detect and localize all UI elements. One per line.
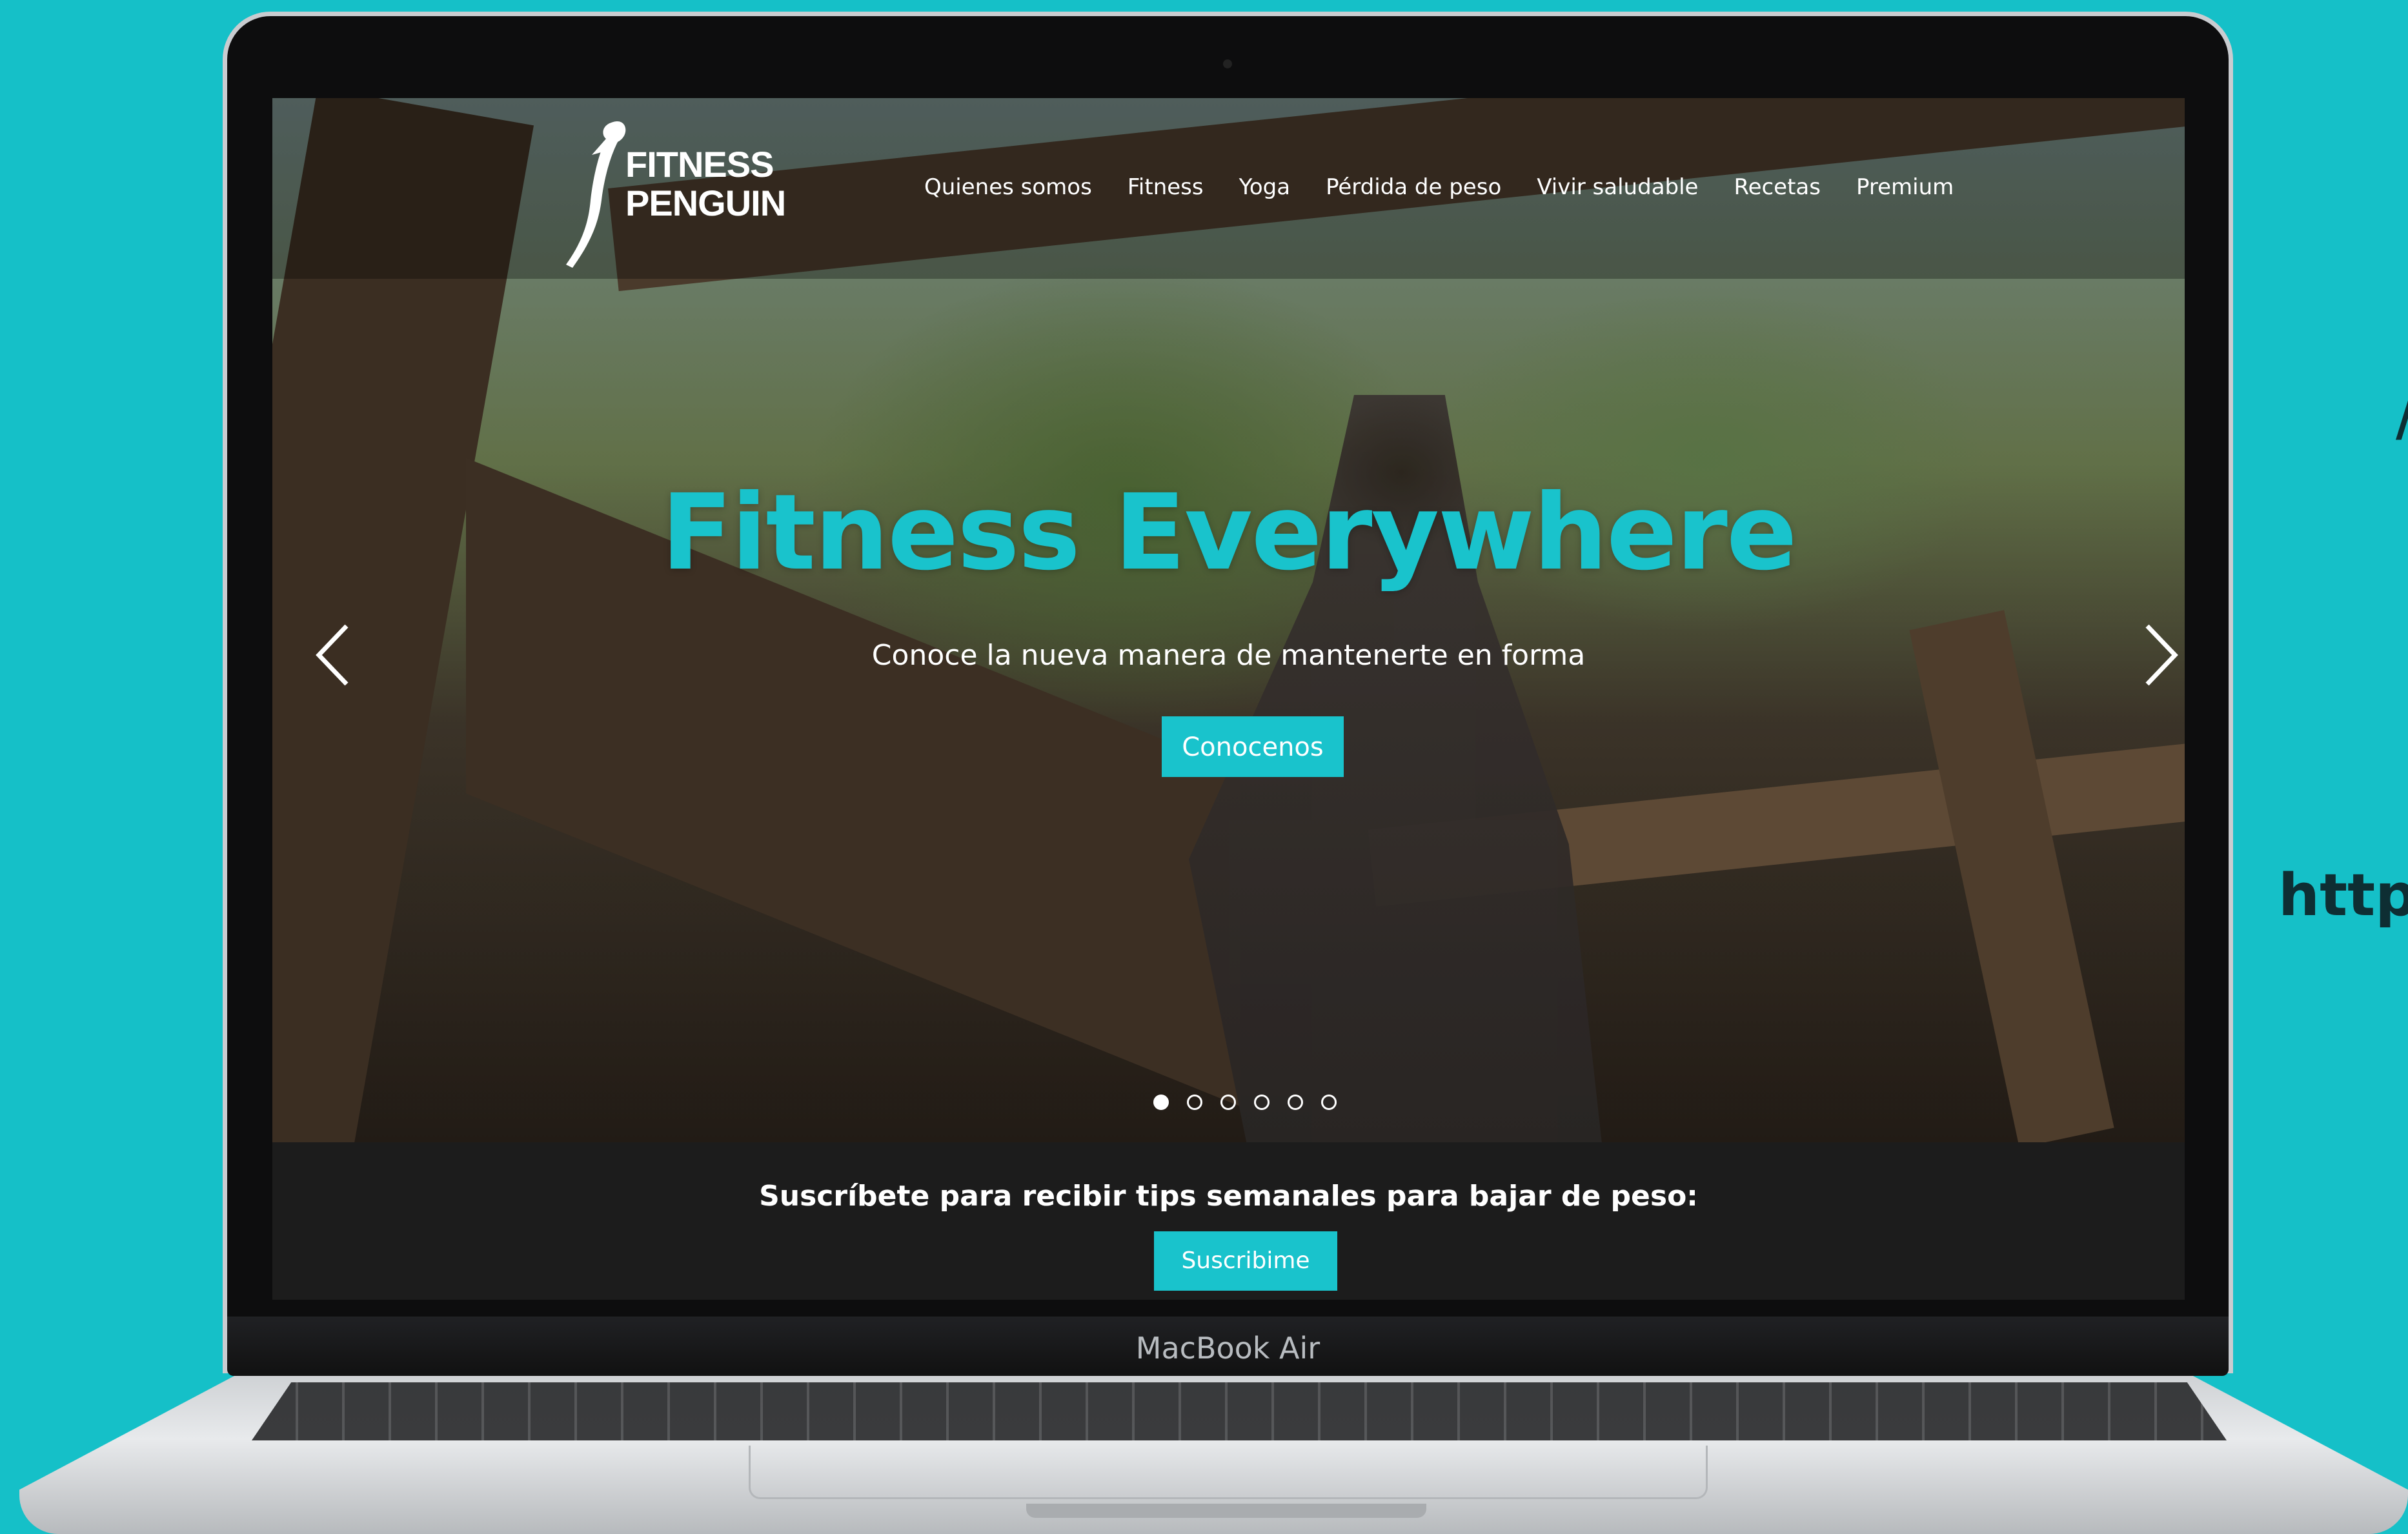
carousel-dot-3[interactable] <box>1220 1095 1236 1110</box>
carousel-dot-2[interactable] <box>1187 1095 1202 1110</box>
chevron-left-icon <box>316 624 349 686</box>
chevron-right-icon <box>2145 624 2178 686</box>
background-mark: / <box>2396 387 2408 447</box>
logo-line-1: FITNESS <box>625 144 774 185</box>
site-logo[interactable]: FITNESS PENGUIN <box>566 116 805 278</box>
carousel-dot-6[interactable] <box>1321 1095 1337 1110</box>
hero-title: Fitness Everywhere <box>661 472 1797 594</box>
suscribime-button[interactable]: Suscribime <box>1154 1231 1337 1291</box>
carousel-dot-5[interactable] <box>1288 1095 1303 1110</box>
carousel-indicators <box>1153 1095 1337 1110</box>
nav-item-perdida-de-peso[interactable]: Pérdida de peso <box>1326 174 1501 200</box>
conocenos-button[interactable]: Conocenos <box>1162 716 1344 777</box>
logo-line-2: PENGUIN <box>625 183 786 223</box>
camera-dot <box>1223 59 1232 68</box>
laptop-keyboard <box>252 1382 2227 1440</box>
carousel-dot-1[interactable] <box>1153 1095 1169 1110</box>
nav-item-recetas[interactable]: Recetas <box>1734 174 1821 200</box>
laptop-trackpad <box>749 1446 1708 1499</box>
nav-item-fitness[interactable]: Fitness <box>1128 174 1204 200</box>
laptop-chin: MacBook Air <box>227 1317 2229 1376</box>
top-navbar: FITNESS PENGUIN Quienes somos Fitness Yo… <box>272 98 2185 279</box>
hero-subtitle: Conoce la nueva manera de mantenerte en … <box>871 639 1586 672</box>
background-url-text: http <box>2278 862 2408 929</box>
hero-carousel: FITNESS PENGUIN Quienes somos Fitness Yo… <box>272 98 2185 1142</box>
subscribe-text: Suscríbete para recibir tips semanales p… <box>759 1180 1698 1213</box>
nav-item-premium[interactable]: Premium <box>1856 174 1954 200</box>
logo-wordmark: FITNESS PENGUIN <box>625 144 786 223</box>
laptop-notch <box>1026 1504 1426 1518</box>
carousel-next-button[interactable] <box>2138 620 2183 691</box>
subscribe-bar: Suscríbete para recibir tips semanales p… <box>272 1142 2185 1300</box>
nav-item-yoga[interactable]: Yoga <box>1239 174 1290 200</box>
main-nav: Quienes somos Fitness Yoga Pérdida de pe… <box>924 174 1954 200</box>
nav-item-quienes-somos[interactable]: Quienes somos <box>924 174 1092 200</box>
carousel-prev-button[interactable] <box>311 620 356 691</box>
carousel-dot-4[interactable] <box>1254 1095 1270 1110</box>
device-label: MacBook Air <box>1135 1331 1320 1366</box>
browser-viewport: FITNESS PENGUIN Quienes somos Fitness Yo… <box>272 98 2185 1300</box>
hero-image-post <box>1909 610 2114 1142</box>
nav-item-vivir-saludable[interactable]: Vivir saludable <box>1537 174 1698 200</box>
